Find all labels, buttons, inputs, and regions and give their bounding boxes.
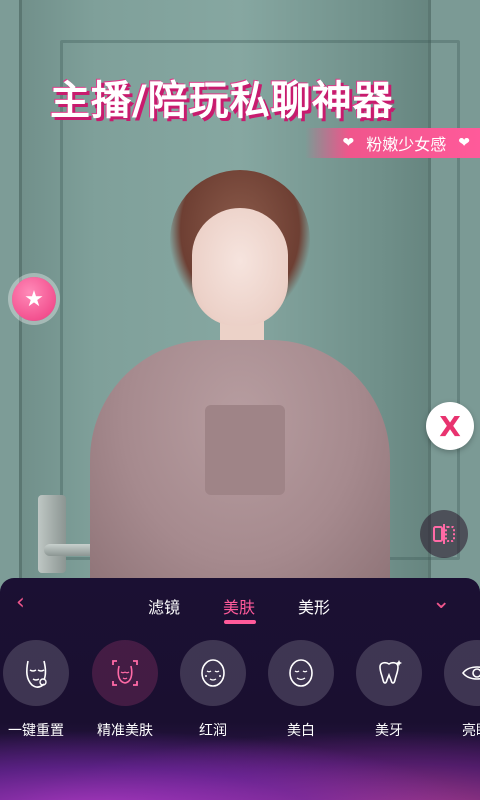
- compare-button[interactable]: [420, 510, 468, 558]
- beauty-panel: ‹ 滤镜 美肤 美形 ⌄ 一键重置 精准美肤 红润 美白 美牙 亮: [0, 578, 480, 800]
- option-rosy[interactable]: 红润: [168, 640, 258, 740]
- tab-shape[interactable]: 美形: [298, 594, 330, 618]
- chevron-down-icon[interactable]: ⌄: [432, 591, 456, 613]
- brand-logo-button[interactable]: X: [426, 402, 474, 450]
- option-circle: [3, 640, 69, 706]
- chevron-left-icon[interactable]: ‹: [16, 592, 36, 614]
- option-label: 亮眼: [462, 723, 480, 739]
- option-bright-eyes[interactable]: 亮眼: [432, 640, 480, 740]
- option-label: 美白: [287, 723, 315, 739]
- option-whiten[interactable]: 美白: [256, 640, 346, 740]
- option-circle: [444, 640, 480, 706]
- x-logo-icon: X: [439, 409, 461, 443]
- tab-bar: ‹ 滤镜 美肤 美形 ⌄: [0, 578, 480, 628]
- tab-skin[interactable]: 美肤: [223, 594, 255, 618]
- option-circle: [92, 640, 158, 706]
- eye-icon: [461, 666, 480, 680]
- option-teeth[interactable]: 美牙: [344, 640, 434, 740]
- option-label: 一键重置: [8, 723, 64, 739]
- option-reset[interactable]: 一键重置: [0, 640, 81, 740]
- option-circle: [180, 640, 246, 706]
- heart-icon: ❤: [458, 135, 470, 151]
- compare-icon: [433, 524, 455, 544]
- banner-title: 主播/陪玩私聊神器: [50, 78, 394, 124]
- beauty-options: 一键重置 精准美肤 红润 美白 美牙 亮: [0, 640, 480, 750]
- dress-top: [205, 405, 285, 495]
- rosy-face-icon: [201, 659, 225, 687]
- option-label: 红润: [199, 723, 227, 739]
- favorite-button[interactable]: ★: [12, 277, 56, 321]
- option-precise-skin[interactable]: 精准美肤: [80, 640, 170, 740]
- active-tab-indicator: [224, 620, 256, 624]
- banner-subtitle-text: 粉嫩少女感: [366, 135, 447, 154]
- banner-subtitle: ❤ 粉嫩少女感 ❤: [305, 128, 480, 158]
- face: [192, 208, 288, 326]
- heart-icon: ❤: [342, 135, 355, 151]
- option-circle: [356, 640, 422, 706]
- reset-face-icon: [26, 660, 47, 688]
- tooth-icon: [379, 660, 402, 684]
- option-label: 美牙: [375, 723, 403, 739]
- option-label: 精准美肤: [97, 723, 153, 739]
- tab-filter[interactable]: 滤镜: [148, 594, 180, 618]
- door-handle-plate: [38, 495, 66, 573]
- option-circle: [268, 640, 334, 706]
- star-icon: ★: [24, 286, 44, 312]
- model-photo: [80, 170, 400, 600]
- whiten-face-icon: [289, 659, 313, 687]
- precise-skin-icon: [112, 660, 138, 686]
